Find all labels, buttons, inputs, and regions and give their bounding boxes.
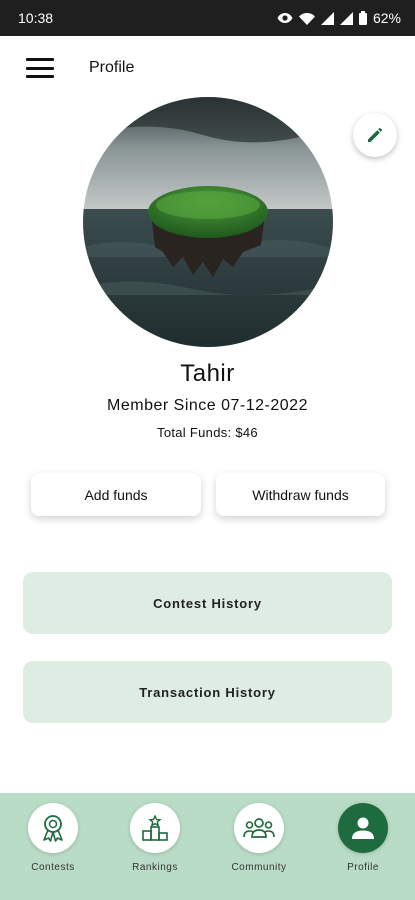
total-funds: Total Funds: $46 <box>157 425 258 440</box>
gesture-area <box>0 881 415 900</box>
person-icon <box>352 817 374 839</box>
transaction-history-button[interactable]: Transaction History <box>23 661 392 723</box>
nav-label-contests: Contests <box>31 862 75 873</box>
nav-label-profile: Profile <box>347 862 379 873</box>
award-icon <box>43 815 63 842</box>
nav-item-profile[interactable]: Profile <box>323 803 403 873</box>
contest-history-button[interactable]: Contest History <box>23 572 392 634</box>
nav-community-circle <box>234 803 284 853</box>
group-icon <box>243 818 275 838</box>
pencil-icon <box>368 128 382 142</box>
nav-contests-circle <box>28 803 78 853</box>
menu-icon[interactable] <box>26 56 54 80</box>
nav-label-rankings: Rankings <box>132 862 178 873</box>
add-funds-button[interactable]: Add funds <box>31 473 201 516</box>
app-bar: Profile <box>0 36 415 100</box>
battery-percent: 62% <box>372 10 401 26</box>
signal-icon <box>320 11 334 25</box>
nav-item-community[interactable]: Community <box>219 803 299 873</box>
wifi-icon <box>298 12 315 25</box>
status-bar: 10:38 62% <box>0 0 415 36</box>
user-name: Tahir <box>180 360 235 387</box>
battery-icon <box>358 11 367 25</box>
nav-label-community: Community <box>231 862 287 873</box>
nav-rankings-circle <box>130 803 180 853</box>
nav-profile-circle <box>338 803 388 853</box>
nav-item-contests[interactable]: Contests <box>13 803 93 873</box>
status-icons: 62% <box>277 10 401 26</box>
podium-icon <box>142 815 168 841</box>
status-time: 10:38 <box>18 10 54 26</box>
edit-profile-button[interactable] <box>353 113 397 157</box>
withdraw-funds-button[interactable]: Withdraw funds <box>216 473 385 516</box>
bottom-nav: Contests Rankings Community Profile <box>0 793 415 881</box>
avatar <box>83 97 333 347</box>
nav-item-rankings[interactable]: Rankings <box>115 803 195 873</box>
signal-icon-2 <box>339 11 353 25</box>
member-since: Member Since 07-12-2022 <box>107 397 308 414</box>
eye-icon <box>277 13 293 23</box>
page-title: Profile <box>89 59 135 76</box>
